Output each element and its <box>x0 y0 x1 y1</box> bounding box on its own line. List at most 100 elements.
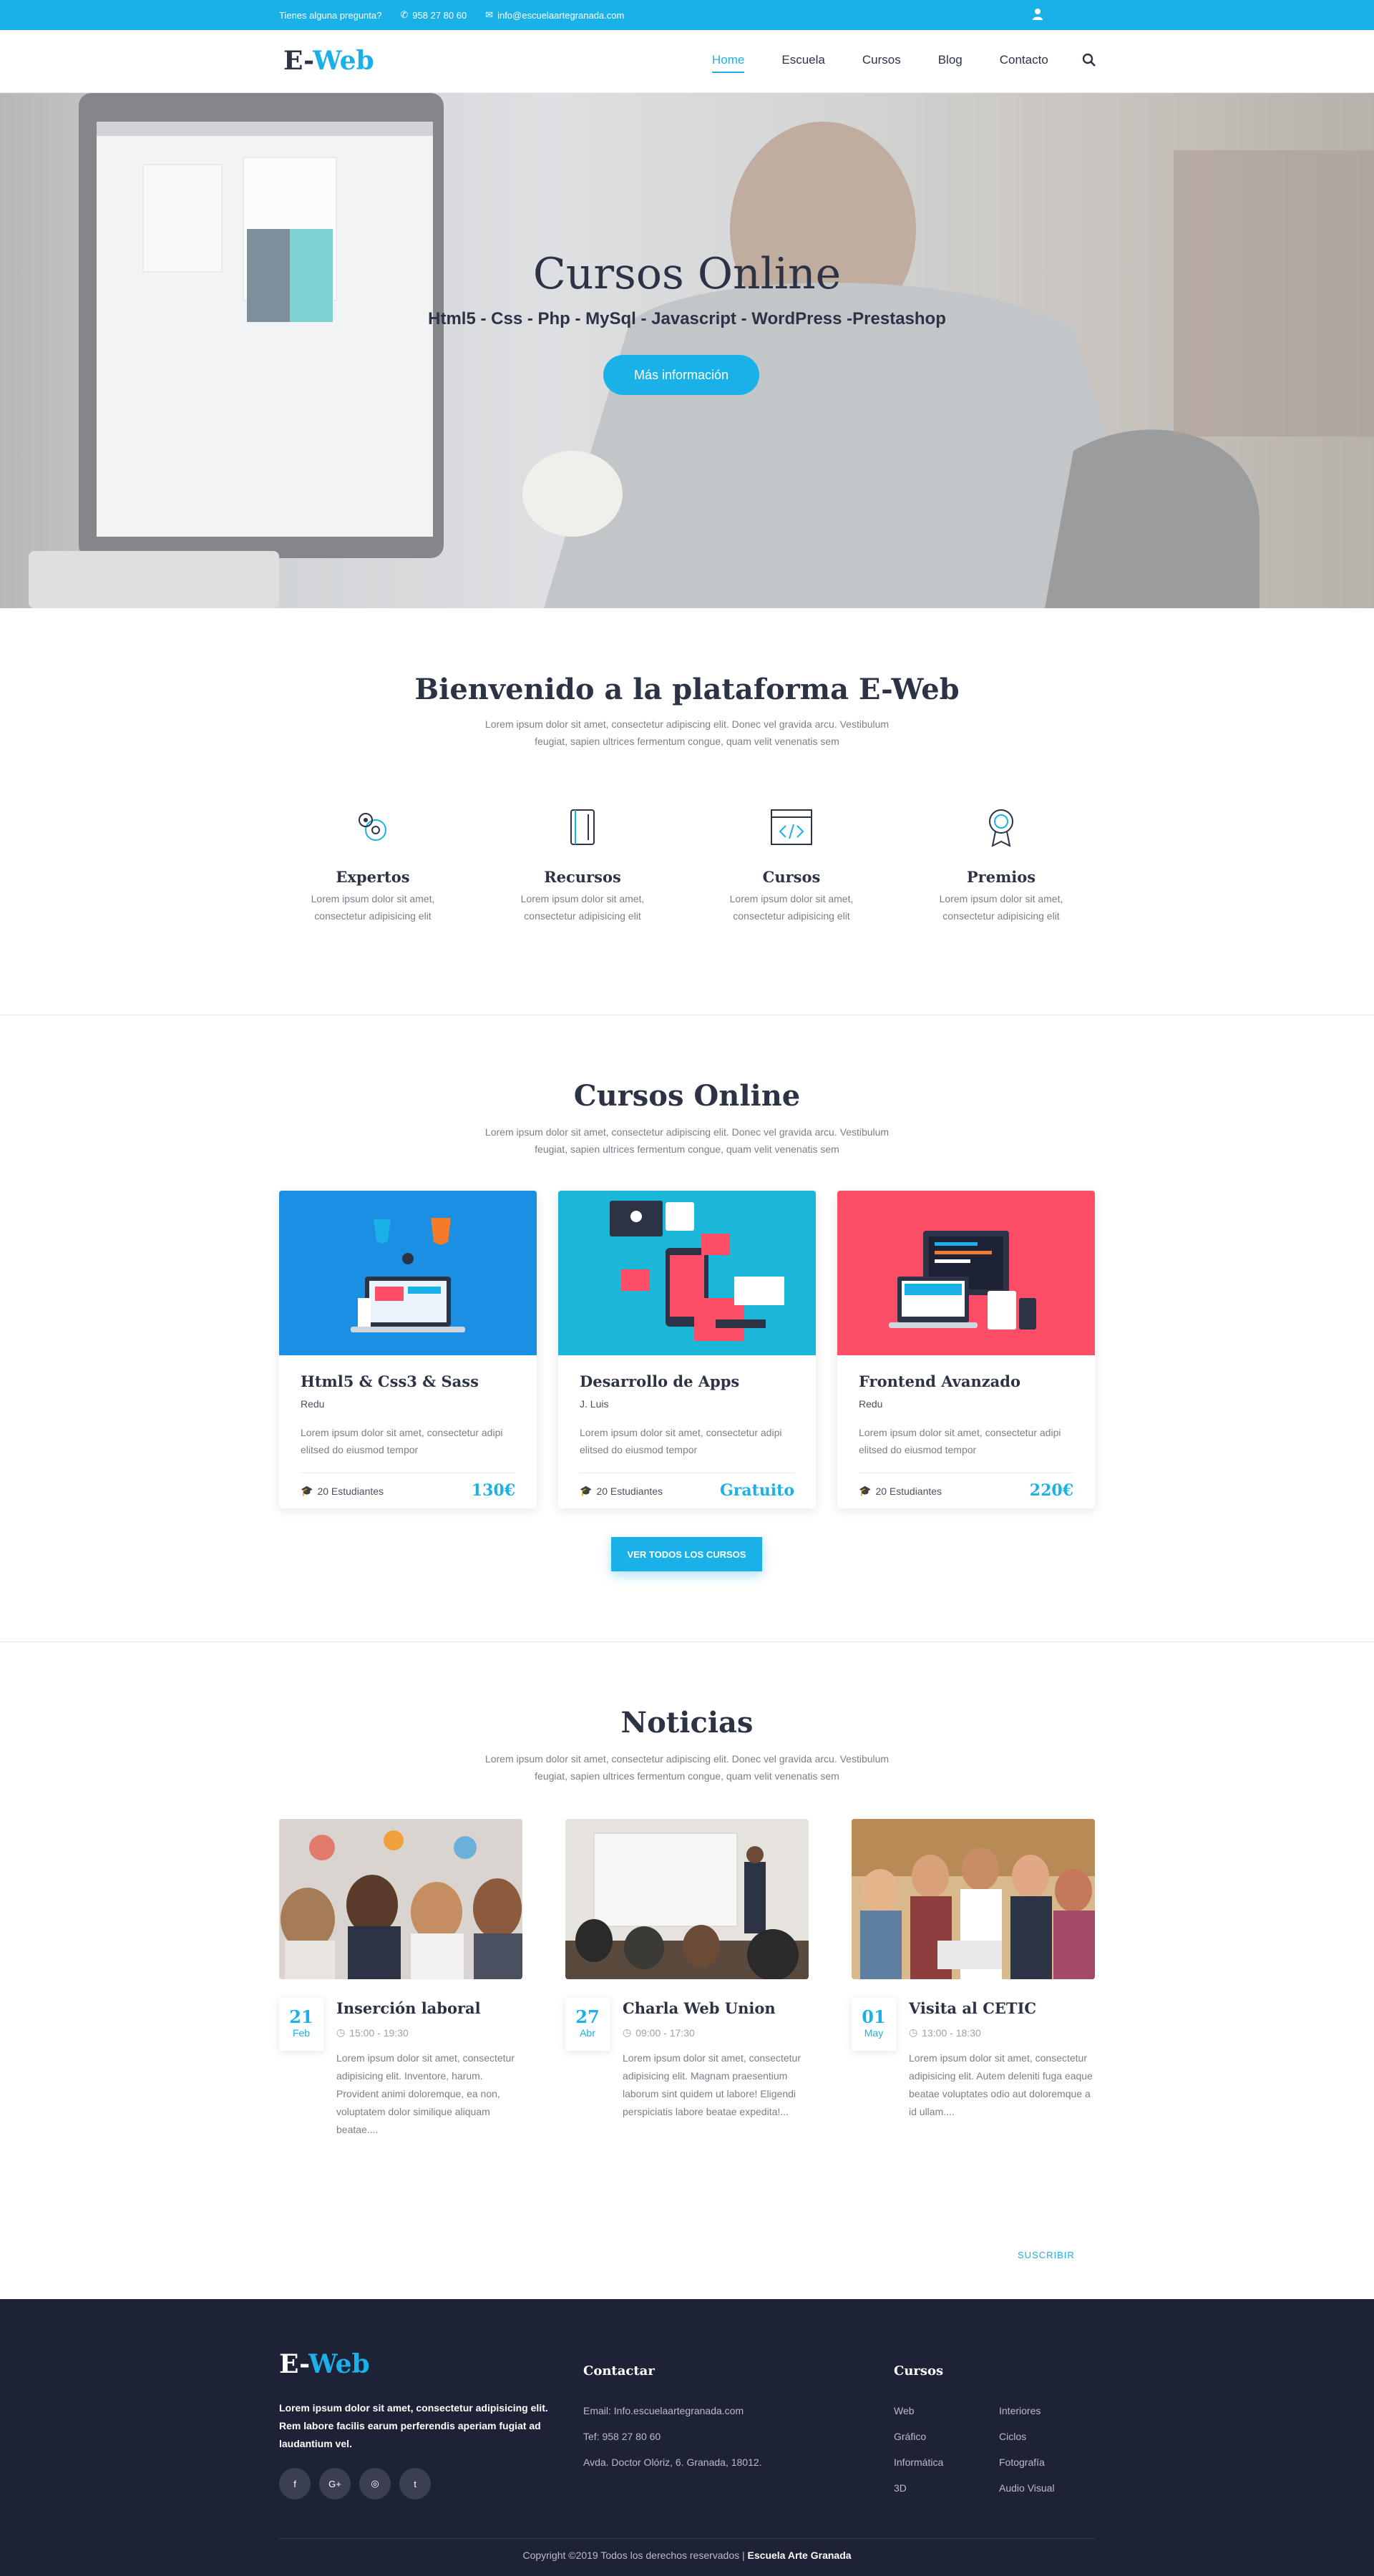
course-desc: Lorem ipsum dolor sit amet, consectetur … <box>859 1427 1061 1455</box>
clock-icon: ◷ <box>336 2026 346 2038</box>
news-item[interactable]: 21 Feb Inserción laboral ◷ 15:00 - 19:30 … <box>279 1819 522 2135</box>
course-thumbnail-html <box>279 1191 537 1355</box>
course-title[interactable]: Frontend Avanzado <box>859 1372 1020 1390</box>
news-item[interactable]: 01 May Visita al CETIC ◷ 13:00 - 18:30 Lo… <box>852 1819 1095 2117</box>
clock-icon: ◷ <box>623 2026 632 2038</box>
news-time-text: 09:00 - 17:30 <box>635 2026 695 2039</box>
footer-link[interactable]: Interiores <box>999 2398 1055 2424</box>
course-price: 130€ <box>471 1481 515 1500</box>
news-day: 01 <box>862 2006 886 2027</box>
footer-contact-title: Contactar <box>583 2363 655 2379</box>
news-title[interactable]: Inserción laboral <box>336 1999 481 2017</box>
subscribe-link[interactable]: SUSCRIBIR <box>1018 2250 1075 2260</box>
feature-premios: Premios Lorem ipsum dolor sit amet, cons… <box>930 806 1073 924</box>
nav-item-contacto[interactable]: Contacto <box>1000 53 1048 73</box>
footer-link[interactable]: Ciclos <box>999 2424 1055 2449</box>
course-desc: Lorem ipsum dolor sit amet, consectetur … <box>580 1427 782 1455</box>
logo[interactable]: E-Web <box>283 46 374 76</box>
copyright-brand[interactable]: Escuela Arte Granada <box>748 2550 852 2561</box>
phone-icon: ✆ <box>400 9 409 20</box>
all-courses-button[interactable]: VER TODOS LOS CURSOS <box>611 1537 762 1571</box>
feature-title: Recursos <box>544 868 621 886</box>
gears-icon <box>359 813 386 841</box>
footer-link[interactable]: Informática <box>894 2449 943 2475</box>
hero-subtitle: Html5 - Css - Php - MySql - Javascript -… <box>428 309 946 328</box>
top-bar: Tienes alguna pregunta? ✆ 958 27 80 60 ✉… <box>0 0 1374 30</box>
social-links: f G+ ◎ t <box>279 2468 431 2499</box>
feature-title: Cursos <box>762 868 821 886</box>
footer-link[interactable]: Gráfico <box>894 2424 943 2449</box>
hero-title: Cursos Online <box>532 249 842 299</box>
logo-main: E- <box>283 46 313 76</box>
news-desc: Lorem ipsum dolor sit amet, consectetur … <box>336 2052 515 2135</box>
news-title[interactable]: Charla Web Union <box>623 1999 776 2017</box>
footer-link[interactable]: 3D <box>894 2475 943 2501</box>
hero-overlay <box>0 93 1374 608</box>
footer-phone[interactable]: Tef: 958 27 80 60 <box>583 2424 762 2449</box>
course-students-text: 20 Estudiantes <box>875 1485 942 1497</box>
nav-item-home[interactable]: Home <box>712 53 745 73</box>
logo-accent: Web <box>313 46 374 76</box>
news-title: Noticias <box>620 1706 754 1740</box>
mail-icon: ✉ <box>485 9 494 20</box>
instagram-icon[interactable]: ◎ <box>359 2468 391 2499</box>
search-icon[interactable] <box>1082 53 1096 67</box>
news-image[interactable] <box>279 1819 522 1979</box>
footer-address: Avda. Doctor Olóriz, 6. Granada, 18012. <box>583 2457 762 2468</box>
welcome-desc: Lorem ipsum dolor sit amet, consectetur … <box>484 718 890 747</box>
topbar-phone[interactable]: ✆ 958 27 80 60 <box>400 9 467 21</box>
nav-item-blog[interactable]: Blog <box>938 53 963 73</box>
footer-link[interactable]: Audio Visual <box>999 2475 1055 2501</box>
news-item[interactable]: 27 Abr Charla Web Union ◷ 09:00 - 17:30 L… <box>565 1819 809 2117</box>
course-students: 🎓 20 Estudiantes <box>580 1485 663 1497</box>
facebook-icon[interactable]: f <box>279 2468 311 2499</box>
topbar-phone-text: 958 27 80 60 <box>412 9 467 21</box>
news-date: 01 May <box>852 1998 896 2051</box>
news-month: Feb <box>292 2027 311 2039</box>
twitter-icon[interactable]: t <box>399 2468 431 2499</box>
course-desc: Lorem ipsum dolor sit amet, consectetur … <box>301 1427 503 1455</box>
hero-banner: Cursos Online Html5 - Css - Php - MySql … <box>0 93 1374 608</box>
footer-email[interactable]: Email: Info.escuelaartegranada.com <box>583 2398 762 2424</box>
footer-link[interactable]: Web <box>894 2398 943 2424</box>
book-icon <box>570 809 595 845</box>
course-thumbnail-frontend <box>837 1191 1095 1355</box>
news-day: 27 <box>575 2006 600 2027</box>
course-title[interactable]: Desarrollo de Apps <box>580 1372 739 1390</box>
topbar-email[interactable]: ✉ info@escuelaartegranada.com <box>485 9 624 21</box>
graduation-cap-icon: 🎓 <box>859 1485 872 1496</box>
more-info-button[interactable]: Más información <box>603 355 759 395</box>
news-month: Abr <box>580 2027 595 2039</box>
news-time: ◷ 13:00 - 18:30 <box>909 2026 981 2039</box>
courses-title: Cursos Online <box>573 1079 801 1113</box>
course-price: 220€ <box>1029 1481 1073 1500</box>
news-image[interactable] <box>852 1819 1095 1979</box>
nav-menu: Home Escuela Cursos Blog Contacto <box>712 53 1086 73</box>
footer-link[interactable]: Fotografía <box>999 2449 1055 2475</box>
course-students: 🎓 20 Estudiantes <box>301 1485 384 1497</box>
copyright: Copyright ©2019 Todos los derechos reser… <box>0 2550 1374 2561</box>
footer-divider <box>279 2538 1095 2539</box>
course-thumbnail-apps <box>558 1191 816 1355</box>
nav-item-escuela[interactable]: Escuela <box>781 53 824 73</box>
nav-item-cursos[interactable]: Cursos <box>862 53 901 73</box>
user-icon[interactable] <box>1032 8 1043 21</box>
section-divider <box>0 1641 1374 1642</box>
feature-cursos: Cursos Lorem ipsum dolor sit amet, conse… <box>720 806 863 924</box>
news-image[interactable] <box>565 1819 809 1979</box>
footer-contact: Email: Info.escuelaartegranada.com Tef: … <box>583 2398 762 2475</box>
clock-icon: ◷ <box>909 2026 918 2038</box>
course-card-html[interactable]: Html5 & Css3 & Sass Redu Lorem ipsum dol… <box>279 1191 537 1508</box>
course-card-apps[interactable]: Desarrollo de Apps J. Luis Lorem ipsum d… <box>558 1191 816 1508</box>
news-desc: Lorem ipsum dolor sit amet, consectetur … <box>623 2052 801 2117</box>
course-students: 🎓 20 Estudiantes <box>859 1485 942 1497</box>
course-title[interactable]: Html5 & Css3 & Sass <box>301 1372 479 1390</box>
footer-logo[interactable]: E-Web <box>279 2349 370 2379</box>
course-card-frontend[interactable]: Frontend Avanzado Redu Lorem ipsum dolor… <box>837 1191 1095 1508</box>
news-title[interactable]: Visita al CETIC <box>909 1999 1036 2017</box>
news-time: ◷ 15:00 - 19:30 <box>336 2026 409 2039</box>
footer: E-Web Lorem ipsum dolor sit amet, consec… <box>0 2299 1374 2576</box>
footer-links-col1: Web Gráfico Informática 3D <box>894 2398 943 2501</box>
course-students-text: 20 Estudiantes <box>596 1485 663 1497</box>
google-plus-icon[interactable]: G+ <box>319 2468 351 2499</box>
